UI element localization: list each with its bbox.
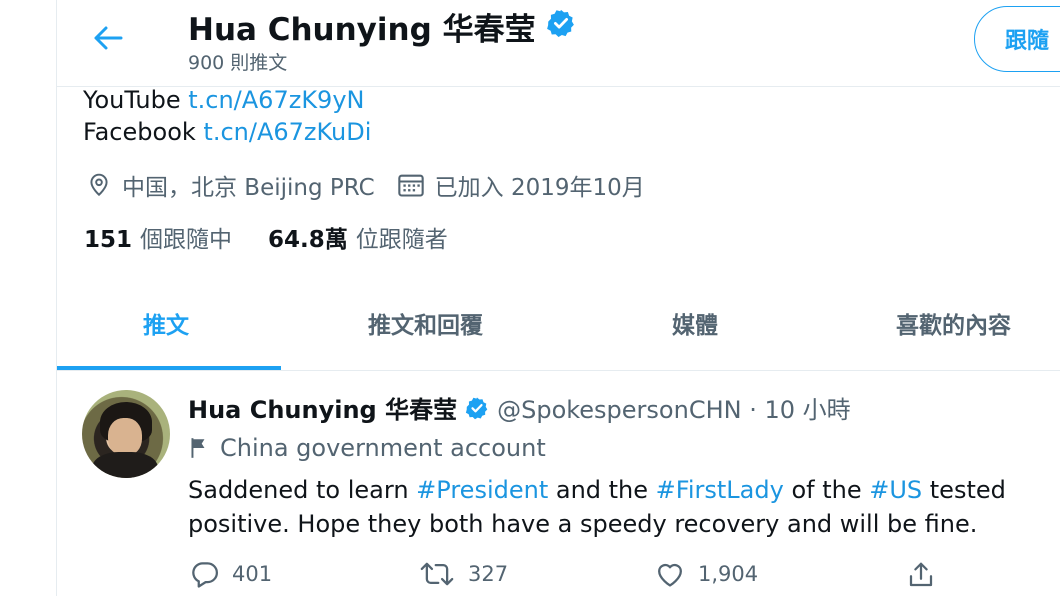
verified-badge-icon <box>546 8 576 46</box>
retweet-button[interactable]: 327 <box>418 560 508 588</box>
hashtag-president[interactable]: #President <box>416 476 548 504</box>
heart-icon <box>654 560 686 588</box>
followers-link[interactable]: 64.8萬 位跟隨者 <box>268 220 448 254</box>
tweet-text-part: Saddened to learn <box>188 476 417 504</box>
retweet-count: 327 <box>468 562 509 586</box>
tab-media[interactable]: 媒體 <box>672 306 718 340</box>
followers-count: 64.8萬 <box>268 227 348 253</box>
retweet-icon <box>418 560 456 588</box>
flag-icon <box>188 436 210 460</box>
tweet-author-name[interactable]: Hua Chunying 华春莹 <box>188 390 457 425</box>
facebook-link[interactable]: t.cn/A67zKuDi <box>203 118 371 146</box>
avatar[interactable] <box>82 390 170 478</box>
profile-header-name: Hua Chunying 华春莹 <box>188 4 576 49</box>
tweet-handle-time: @SpokespersonCHN · 10 小時 <box>497 396 851 424</box>
tweet-text: Saddened to learn #President and the #Fi… <box>188 473 1048 541</box>
share-button[interactable] <box>906 560 948 590</box>
tab-tweets[interactable]: 推文 <box>143 306 189 340</box>
arrow-left-icon <box>92 24 124 56</box>
tweet-text-part: of the <box>783 476 870 504</box>
hashtag-us[interactable]: #US <box>869 476 922 504</box>
reply-count: 401 <box>232 562 273 586</box>
tab-likes[interactable]: 喜歡的內容 <box>896 306 1011 340</box>
share-icon <box>906 560 936 590</box>
location-text: 中国，北京 Beijing PRC <box>122 175 375 201</box>
youtube-label: YouTube <box>83 86 181 114</box>
reply-icon <box>190 560 220 588</box>
joined-date: 已加入 2019年10月 <box>434 175 645 201</box>
back-button[interactable] <box>88 22 128 58</box>
verified-badge-icon <box>465 396 489 420</box>
following-label: 個跟隨中 <box>140 227 233 253</box>
follow-stats: 151 個跟隨中 64.8萬 位跟隨者 <box>84 220 448 254</box>
youtube-link[interactable]: t.cn/A67zK9yN <box>188 86 364 114</box>
tweet-count: 900 則推文 <box>188 52 288 74</box>
followers-label: 位跟隨者 <box>355 227 448 253</box>
facebook-label: Facebook <box>83 118 196 146</box>
hashtag-firstlady[interactable]: #FirstLady <box>656 476 784 504</box>
follow-button[interactable]: 跟隨 <box>974 6 1060 72</box>
location-pin-icon <box>86 172 112 198</box>
tabs-divider <box>56 370 1060 371</box>
tweet-text-part: and the <box>548 476 656 504</box>
like-count: 1,904 <box>698 562 759 586</box>
following-count: 151 <box>84 227 133 253</box>
bio-youtube-line: YouTube t.cn/A67zK9yN <box>83 86 364 114</box>
calendar-icon <box>397 172 425 198</box>
like-button[interactable]: 1,904 <box>654 560 758 588</box>
following-link[interactable]: 151 個跟隨中 <box>84 220 232 254</box>
profile-name: Hua Chunying 华春莹 <box>188 12 536 48</box>
left-border <box>56 0 57 596</box>
bio-facebook-line: Facebook t.cn/A67zKuDi <box>83 118 371 146</box>
account-label-text: China government account <box>220 434 546 462</box>
reply-button[interactable]: 401 <box>190 560 272 588</box>
account-label: China government account <box>188 434 546 462</box>
tab-tweets-and-replies[interactable]: 推文和回覆 <box>368 306 483 340</box>
tweet-header: Hua Chunying 华春莹 @SpokespersonCHN · 10 小… <box>188 390 851 425</box>
profile-meta: 中国，北京 Beijing PRC 已加入 2019年10月 <box>86 168 645 202</box>
